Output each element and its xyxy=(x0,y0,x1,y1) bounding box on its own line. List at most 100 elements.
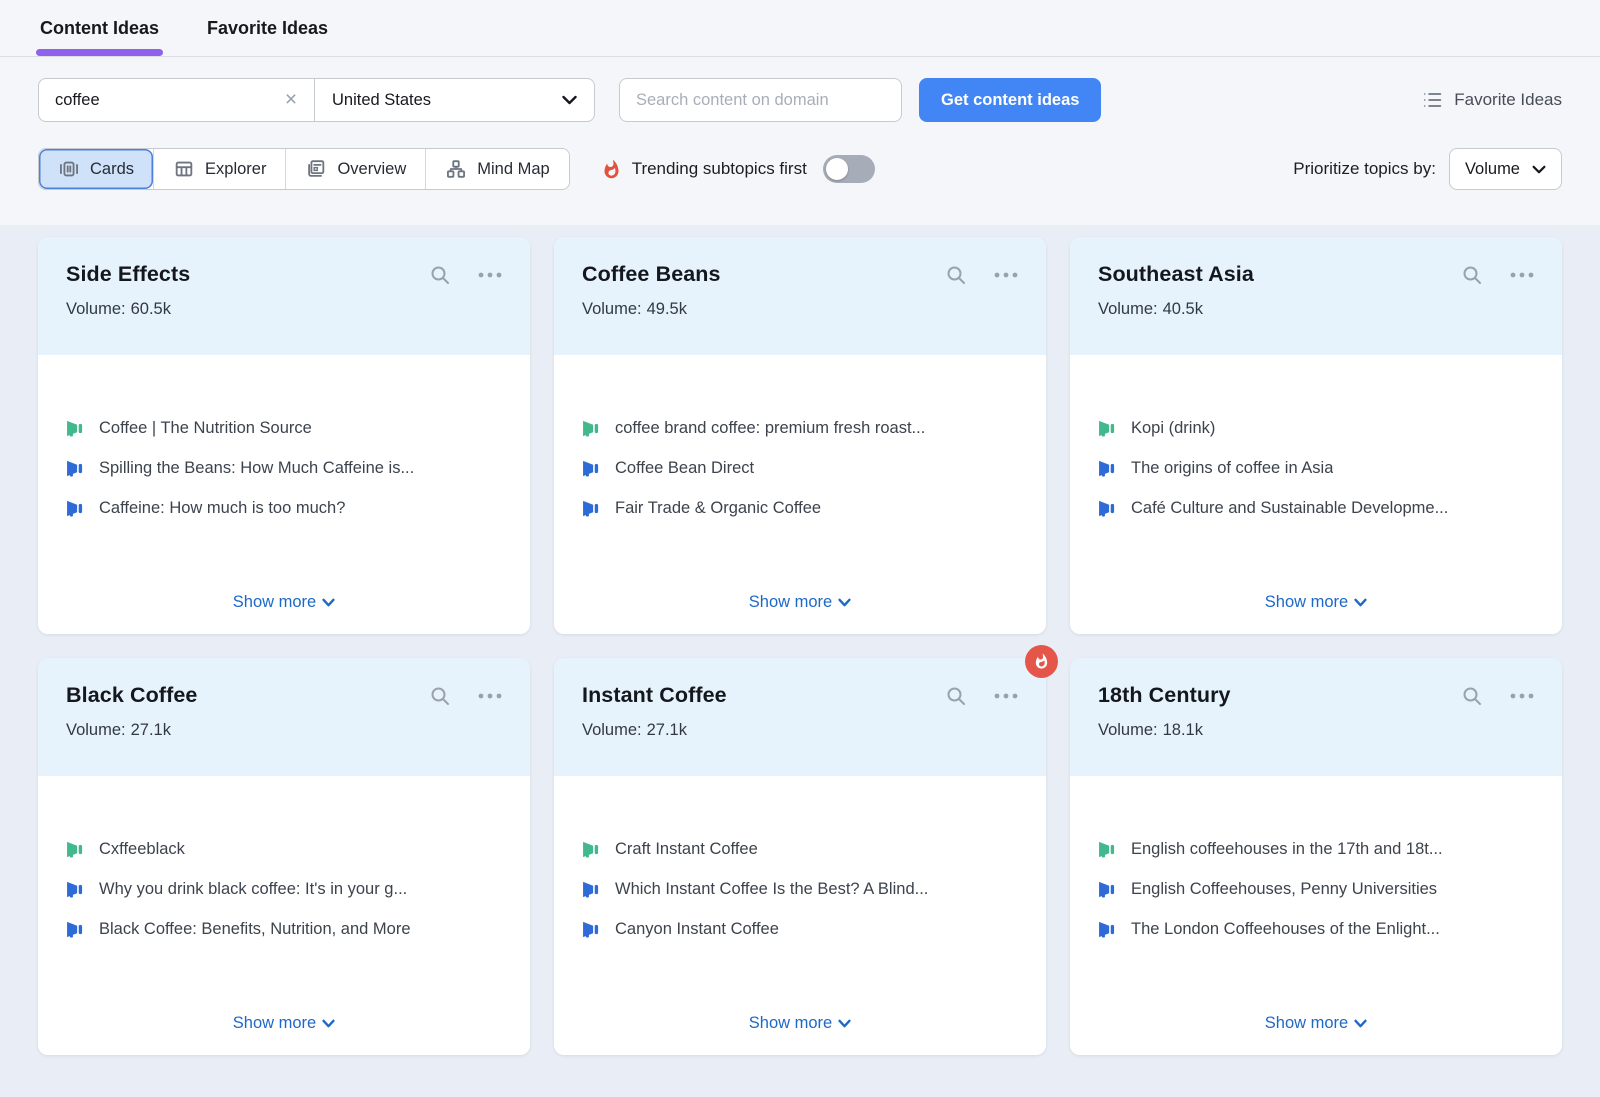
card-body: coffee brand coffee: premium fresh roast… xyxy=(554,355,1046,634)
show-more-button[interactable]: Show more xyxy=(1265,593,1367,612)
megaphone-icon xyxy=(1098,460,1116,477)
topic-card-18th-century: 18th Century Volume:18.1k English coffee… xyxy=(1070,658,1562,1055)
ellipsis-menu-icon[interactable] xyxy=(478,272,502,278)
headline-text: Caffeine: How much is too much? xyxy=(99,499,345,518)
headline-item[interactable]: The origins of coffee in Asia xyxy=(1098,459,1534,478)
headline-item[interactable]: The London Coffeehouses of the Enlight..… xyxy=(1098,920,1534,939)
search-icon[interactable] xyxy=(429,264,451,286)
keyword-region-combo: × United States xyxy=(38,78,595,122)
card-header: Coffee Beans Volume:49.5k xyxy=(554,237,1046,355)
headline-item[interactable]: Cxffeeblack xyxy=(66,840,502,859)
trending-toggle[interactable] xyxy=(823,155,875,183)
topic-card-southeast-asia: Southeast Asia Volume: 40.5k Kopi (drink)… xyxy=(1070,237,1562,634)
headline-item[interactable]: Why you drink black coffee: It's in your… xyxy=(66,880,502,899)
search-icon[interactable] xyxy=(1461,685,1483,707)
trending-subtopics-label: Trending subtopics first xyxy=(632,159,807,179)
card-title: Southeast Asia xyxy=(1098,262,1254,287)
view-tab-mind-map[interactable]: Mind Map xyxy=(425,149,568,189)
tab-favorite-ideas[interactable]: Favorite Ideas xyxy=(205,0,330,56)
region-select[interactable]: United States xyxy=(314,79,594,121)
search-icon[interactable] xyxy=(429,685,451,707)
search-icon[interactable] xyxy=(945,264,967,286)
search-icon[interactable] xyxy=(1461,264,1483,286)
card-body: Craft Instant Coffee Which Instant Coffe… xyxy=(554,776,1046,1055)
headline-list: coffee brand coffee: premium fresh roast… xyxy=(582,419,1018,539)
ellipsis-menu-icon[interactable] xyxy=(478,693,502,699)
volume-label: Volume: xyxy=(582,721,642,739)
headline-text: The London Coffeehouses of the Enlight..… xyxy=(1131,920,1440,939)
headline-item[interactable]: English Coffeehouses, Penny Universities xyxy=(1098,880,1534,899)
headline-text: Kopi (drink) xyxy=(1131,419,1215,438)
show-more-button[interactable]: Show more xyxy=(749,593,851,612)
headline-item[interactable]: Which Instant Coffee Is the Best? A Blin… xyxy=(582,880,1018,899)
headline-item[interactable]: Spilling the Beans: How Much Caffeine is… xyxy=(66,459,502,478)
headline-text: Which Instant Coffee Is the Best? A Blin… xyxy=(615,880,928,899)
chevron-down-icon xyxy=(838,1019,851,1028)
megaphone-icon xyxy=(582,500,600,517)
headline-list: Kopi (drink) The origins of coffee in As… xyxy=(1098,419,1534,539)
headline-item[interactable]: Black Coffee: Benefits, Nutrition, and M… xyxy=(66,920,502,939)
headline-item[interactable]: coffee brand coffee: premium fresh roast… xyxy=(582,419,1018,438)
card-header: 18th Century Volume:18.1k xyxy=(1070,658,1562,776)
volume-label: Volume: xyxy=(1098,300,1158,318)
show-more-label: Show more xyxy=(233,593,316,612)
show-more-button[interactable]: Show more xyxy=(233,1014,335,1033)
prioritize-select-value: Volume xyxy=(1465,160,1520,179)
view-tab-overview[interactable]: Overview xyxy=(285,149,425,189)
headline-item[interactable]: Fair Trade & Organic Coffee xyxy=(582,499,1018,518)
cards-view-icon xyxy=(58,158,80,180)
overview-view-icon xyxy=(305,158,327,180)
volume-value: 40.5k xyxy=(1163,300,1203,318)
headline-text: Café Culture and Sustainable Developme..… xyxy=(1131,499,1448,518)
ellipsis-menu-icon[interactable] xyxy=(994,272,1018,278)
headline-item[interactable]: Kopi (drink) xyxy=(1098,419,1534,438)
topic-card-black-coffee: Black Coffee Volume:27.1k Cxffeeblack Wh… xyxy=(38,658,530,1055)
topic-card-coffee-beans: Coffee Beans Volume:49.5k coffee brand c… xyxy=(554,237,1046,634)
chevron-down-icon xyxy=(562,95,577,105)
show-more-button[interactable]: Show more xyxy=(233,593,335,612)
ellipsis-menu-icon[interactable] xyxy=(1510,693,1534,699)
megaphone-icon xyxy=(1098,881,1116,898)
flame-icon xyxy=(1033,653,1050,670)
prioritize-select[interactable]: Volume xyxy=(1449,148,1562,190)
headline-text: Coffee Bean Direct xyxy=(615,459,754,478)
megaphone-icon xyxy=(582,921,600,938)
headline-item[interactable]: Canyon Instant Coffee xyxy=(582,920,1018,939)
volume-label: Volume: xyxy=(66,300,126,318)
mindmap-view-icon xyxy=(445,158,467,180)
ellipsis-menu-icon[interactable] xyxy=(994,693,1018,699)
topic-research-page: Content Ideas Favorite Ideas × United St… xyxy=(0,0,1600,1097)
show-more-label: Show more xyxy=(1265,593,1348,612)
card-title: 18th Century xyxy=(1098,683,1231,708)
headline-item[interactable]: Café Culture and Sustainable Developme..… xyxy=(1098,499,1534,518)
megaphone-icon xyxy=(1098,500,1116,517)
tab-content-ideas[interactable]: Content Ideas xyxy=(38,0,161,56)
view-label: Cards xyxy=(90,160,134,179)
domain-search-input[interactable] xyxy=(619,78,902,122)
show-more-button[interactable]: Show more xyxy=(1265,1014,1367,1033)
search-icon[interactable] xyxy=(945,685,967,707)
keyword-input[interactable] xyxy=(39,79,268,121)
headline-item[interactable]: English coffeehouses in the 17th and 18t… xyxy=(1098,840,1534,859)
headline-item[interactable]: Craft Instant Coffee xyxy=(582,840,1018,859)
tab-label: Content Ideas xyxy=(40,18,159,39)
view-tab-explorer[interactable]: Explorer xyxy=(153,149,285,189)
prioritize-topics-label: Prioritize topics by: xyxy=(1293,159,1436,179)
megaphone-icon xyxy=(582,420,600,437)
toggle-knob xyxy=(826,158,848,180)
headline-item[interactable]: Coffee Bean Direct xyxy=(582,459,1018,478)
headline-text: Why you drink black coffee: It's in your… xyxy=(99,880,407,899)
volume-label: Volume: xyxy=(582,300,642,318)
topic-cards-grid: Side Effects Volume:60.5k Coffee | The N… xyxy=(38,237,1562,1055)
ellipsis-menu-icon[interactable] xyxy=(1510,272,1534,278)
headline-item[interactable]: Coffee | The Nutrition Source xyxy=(66,419,502,438)
favorite-ideas-link[interactable]: Favorite Ideas xyxy=(1421,89,1562,111)
view-tab-cards[interactable]: Cards xyxy=(39,149,153,189)
get-content-ideas-button[interactable]: Get content ideas xyxy=(919,78,1101,122)
headline-item[interactable]: Caffeine: How much is too much? xyxy=(66,499,502,518)
volume-label: Volume: xyxy=(1098,721,1158,739)
clear-icon[interactable]: × xyxy=(268,79,314,121)
chevron-down-icon xyxy=(1354,598,1367,607)
show-more-button[interactable]: Show more xyxy=(749,1014,851,1033)
topic-card-side-effects: Side Effects Volume:60.5k Coffee | The N… xyxy=(38,237,530,634)
